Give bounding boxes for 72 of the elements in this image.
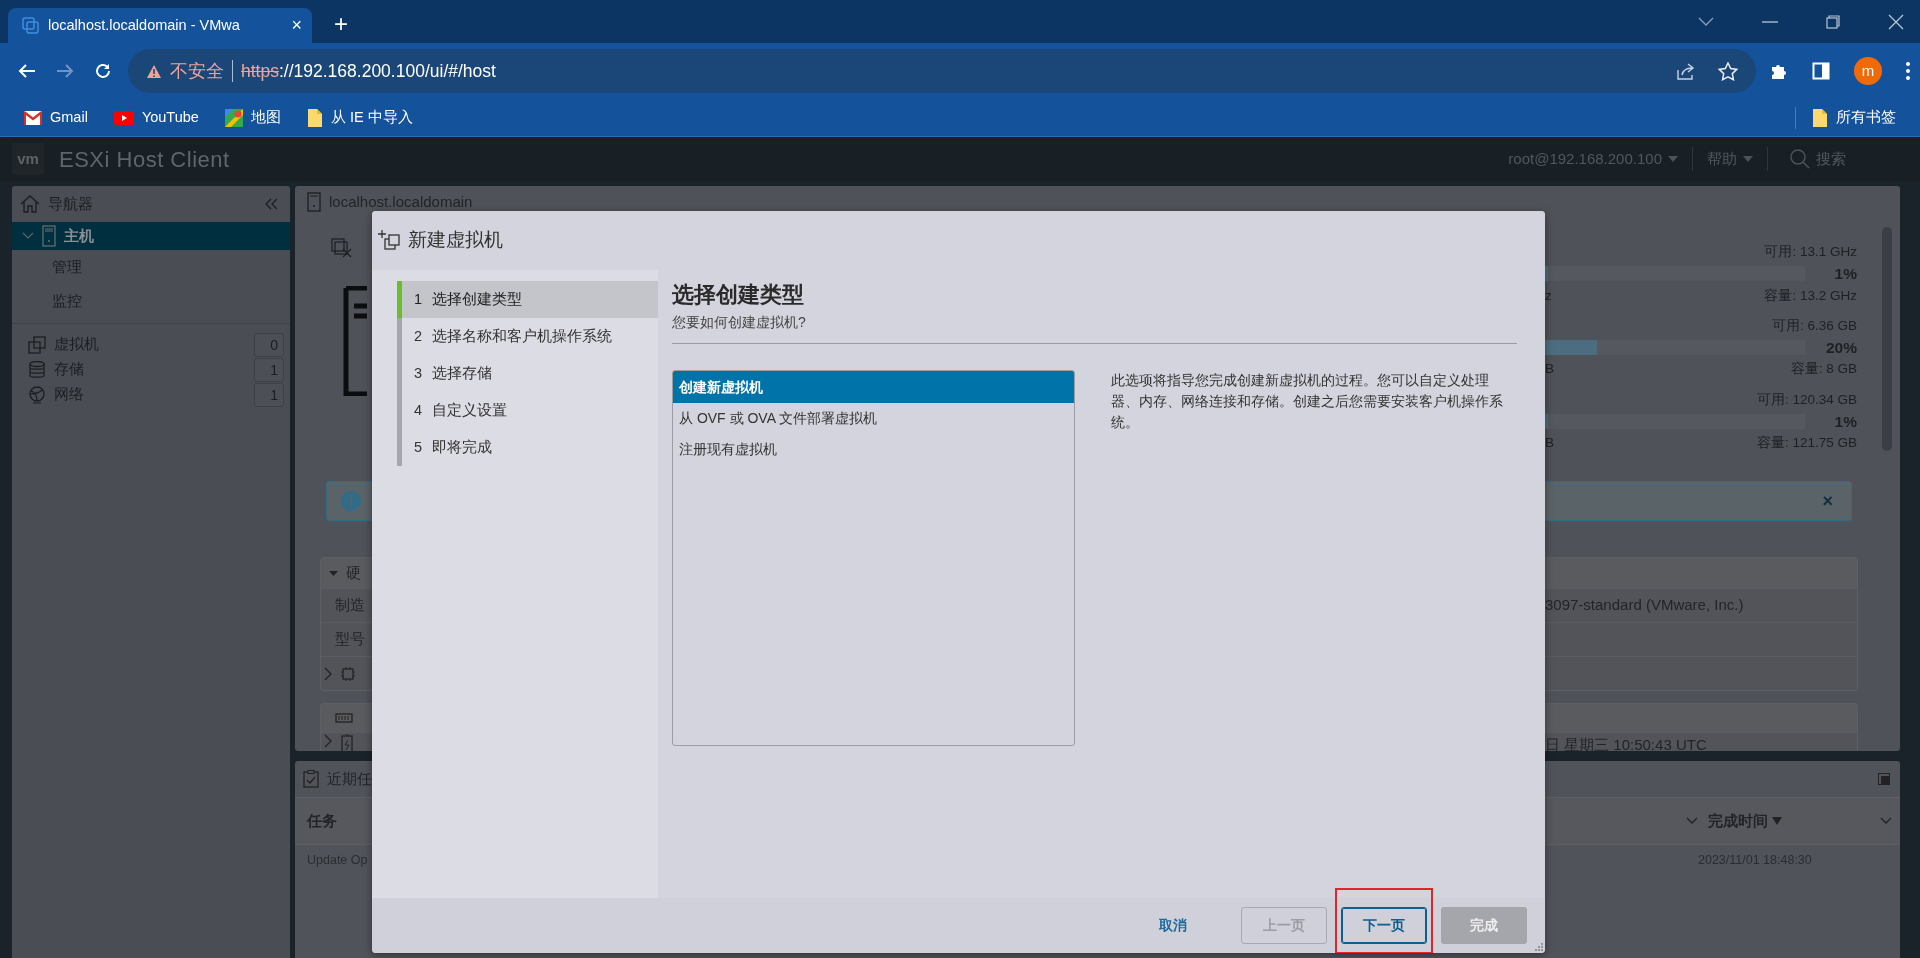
sidebar-icon[interactable] xyxy=(1812,62,1830,80)
play-icon xyxy=(113,110,134,125)
wizard-step[interactable]: 3 选择存储 xyxy=(402,355,658,392)
clipboard-icon xyxy=(303,770,319,788)
map-icon xyxy=(224,108,243,127)
star-icon[interactable] xyxy=(1718,61,1738,81)
share-icon[interactable] xyxy=(1676,62,1696,80)
resize-grip-icon[interactable] xyxy=(1535,943,1543,951)
home-icon xyxy=(20,194,40,214)
folder-icon xyxy=(1812,107,1828,128)
wizard-step[interactable]: 1 选择创建类型 xyxy=(402,281,658,318)
caret-icon xyxy=(1743,156,1753,162)
info-icon xyxy=(341,491,361,511)
sort-descending-icon xyxy=(1772,817,1782,825)
tab-title: localhost.localdomain - VMwa xyxy=(48,15,241,35)
footer-button[interactable]: 下一页 xyxy=(1341,907,1427,944)
bookmark[interactable]: YouTube xyxy=(105,106,207,129)
mail-icon xyxy=(24,110,42,125)
list-option[interactable]: 从 OVF 或 OVA 文件部署虚拟机 xyxy=(673,403,1074,435)
browser-tab[interactable]: localhost.localdomain - VMwa × xyxy=(8,8,312,43)
caret-icon xyxy=(1668,156,1678,162)
server-icon xyxy=(42,225,56,247)
memory-icon xyxy=(335,712,353,724)
app-title: ESXi Host Client xyxy=(59,145,230,174)
chevron-down-icon[interactable] xyxy=(1880,817,1892,825)
profile-avatar[interactable]: m xyxy=(1854,57,1882,85)
back-arrow-icon xyxy=(18,62,36,80)
caret-down-icon xyxy=(329,568,338,578)
battery-icon xyxy=(341,734,353,751)
step-heading: 选择创建类型 xyxy=(672,282,805,309)
vm-logo: vm xyxy=(12,143,44,175)
bookmark[interactable]: Gmail xyxy=(16,106,96,129)
chevron-down-icon[interactable] xyxy=(1686,817,1698,825)
minimize-icon[interactable] xyxy=(1762,20,1778,23)
reload-icon xyxy=(94,62,112,80)
search-icon xyxy=(1790,149,1810,169)
cancel-link[interactable]: 取消 xyxy=(1147,907,1199,944)
restore-icon[interactable] xyxy=(1826,14,1840,29)
dialog-title: 新建虚拟机 xyxy=(408,228,503,253)
database-icon xyxy=(28,360,46,379)
new-tab-button[interactable]: + xyxy=(328,9,354,39)
new-vm-icon xyxy=(378,229,402,252)
wizard-step[interactable]: 5 即将完成 xyxy=(402,429,658,466)
server-icon xyxy=(307,192,321,212)
chevron-down-icon[interactable] xyxy=(1698,16,1714,27)
bookmark[interactable]: 从 IE 中导入 xyxy=(298,106,421,129)
warning-icon xyxy=(146,63,162,79)
address-bar[interactable]: 不安全 https://192.168.200.100/ui/#/host xyxy=(128,49,1756,93)
collapse-icon[interactable] xyxy=(264,198,278,210)
list-option[interactable]: 注册现有虚拟机 xyxy=(673,434,1074,466)
chevron-right-icon[interactable] xyxy=(323,734,333,748)
close-tab-button[interactable]: × xyxy=(291,12,302,39)
network-action-icon[interactable] xyxy=(331,238,353,258)
chip-icon xyxy=(341,666,355,681)
all-bookmarks-button[interactable]: 所有书签 xyxy=(1804,106,1904,129)
list-option[interactable]: 创建新虚拟机 xyxy=(673,371,1074,404)
folder-icon xyxy=(306,107,323,128)
step-question: 您要如何创建虚拟机? xyxy=(672,312,1517,345)
maximize-icon[interactable] xyxy=(1878,773,1890,785)
close-icon[interactable] xyxy=(1888,13,1904,30)
bookmark[interactable]: 地图 xyxy=(216,106,289,129)
chevron-right-icon[interactable] xyxy=(323,666,333,681)
more-icon[interactable] xyxy=(1906,62,1910,80)
wizard-step[interactable]: 4 自定义设置 xyxy=(402,392,658,429)
vmware-icon xyxy=(22,16,40,35)
option-description: 此选项将指导您完成创建新虚拟机的过程。您可以自定义处理器、内存、网络连接和存储。创建之后您需要安装客户机操作系统。 xyxy=(1111,372,1504,433)
nav-item[interactable]: 主机 xyxy=(12,222,290,250)
forward-arrow-icon xyxy=(56,62,74,80)
puzzle-icon[interactable] xyxy=(1770,62,1788,80)
wizard-step[interactable]: 2 选择名称和客户机操作系统 xyxy=(402,318,658,355)
globe-icon xyxy=(28,385,46,404)
vm-icon xyxy=(28,335,46,354)
